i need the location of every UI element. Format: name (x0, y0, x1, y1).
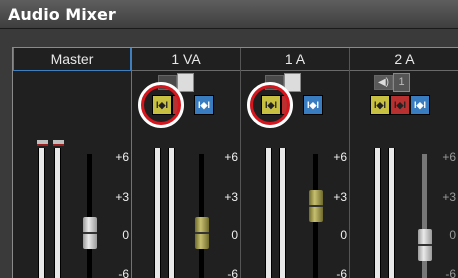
window-title: Audio Mixer (8, 5, 116, 24)
channel-2a-label: 2 A (350, 48, 458, 71)
scale-label: 0 (231, 228, 238, 242)
scale-label: +6 (333, 150, 347, 164)
level-meter-left (374, 148, 381, 278)
level-meter-left (265, 148, 272, 278)
solo-toggle-2a[interactable]: ◀) 1 (374, 73, 410, 92)
channel-1a: 1 A I◆I I◆I +6 +3 0 -6 (241, 48, 350, 278)
channel-2a: 2 A ◀) 1 I◆I I◆I I◆I +6 +3 0 -6 (350, 48, 458, 278)
pan-mode-button[interactable]: I◆I (303, 95, 323, 115)
record-button[interactable]: I◆I (390, 95, 410, 115)
peak-indicator-right (53, 140, 64, 146)
scale-label: -6 (445, 267, 456, 278)
level-meter-left (154, 148, 161, 278)
fader-knob-1va[interactable] (195, 217, 209, 249)
level-meter-right (388, 148, 395, 278)
channel-1va-label: 1 VA (132, 48, 240, 71)
pan-mode-button[interactable]: I◆I (410, 95, 430, 115)
scale-label: 0 (340, 228, 347, 242)
channel-1va: 1 VA I◆I I◆I +6 +3 0 -6 (132, 48, 241, 278)
scale-label: +6 (442, 150, 456, 164)
solo-number: 1 (393, 73, 410, 92)
master-fader-track[interactable] (87, 154, 92, 278)
title-bar: Audio Mixer (0, 0, 458, 29)
level-meter-left (38, 148, 45, 278)
fader-mode-button[interactable]: I◆I (370, 95, 390, 115)
scale-label: +3 (442, 190, 456, 204)
solo-number (177, 73, 194, 92)
scale-label: -6 (227, 267, 238, 278)
mixer-body: Master +6 +3 0 -6 1 VA I◆I I◆I +6 +3 0 -… (0, 29, 458, 278)
channel-1a-label: 1 A (241, 48, 349, 71)
scale-label: +6 (224, 150, 238, 164)
scale-label: 0 (449, 228, 456, 242)
scale-label: +3 (333, 190, 347, 204)
scale-label: -6 (336, 267, 347, 278)
master-fader-knob[interactable] (83, 217, 97, 249)
pan-mode-button[interactable]: I◆I (194, 95, 214, 115)
level-meter-right (54, 148, 61, 278)
channel-master: Master +6 +3 0 -6 (13, 48, 132, 278)
highlight-ring (138, 82, 184, 128)
channel-strip-area: Master +6 +3 0 -6 1 VA I◆I I◆I +6 +3 0 -… (12, 47, 458, 278)
audio-mixer-window: Audio Mixer Master +6 +3 0 -6 1 VA I◆I I… (0, 0, 458, 278)
scale-label: +6 (115, 150, 129, 164)
scale-label: -6 (118, 267, 129, 278)
channel-master-label: Master (13, 48, 131, 71)
fader-track-1va[interactable] (199, 154, 204, 278)
scale-label: +3 (224, 190, 238, 204)
scale-label: +3 (115, 190, 129, 204)
peak-indicator-left (37, 140, 48, 146)
speaker-icon: ◀) (374, 75, 393, 90)
scale-label: 0 (122, 228, 129, 242)
level-meter-right (279, 148, 286, 278)
level-meter-right (168, 148, 175, 278)
highlight-ring (247, 82, 293, 128)
